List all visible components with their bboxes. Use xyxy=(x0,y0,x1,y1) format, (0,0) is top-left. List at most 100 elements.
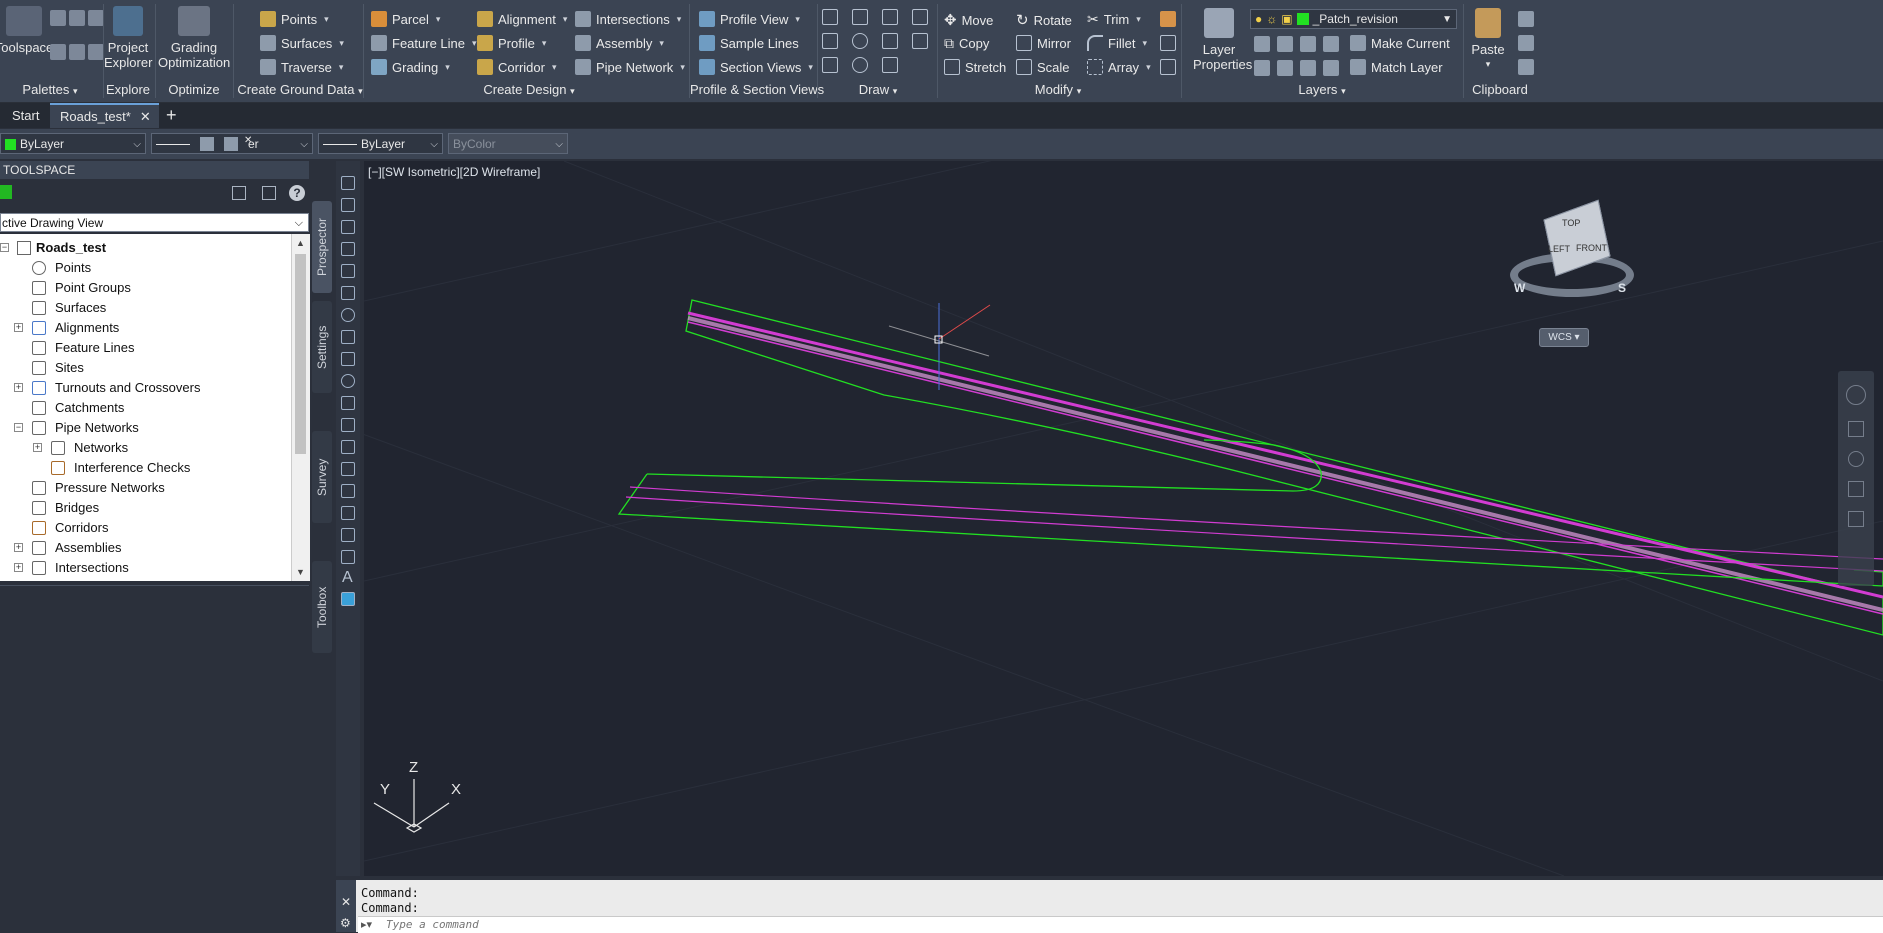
palette-icon[interactable] xyxy=(69,10,85,26)
close-icon[interactable]: ✕ xyxy=(140,105,151,128)
layer-tool-icon[interactable] xyxy=(1277,36,1293,52)
traverse-button[interactable]: Traverse ▾ xyxy=(260,59,343,75)
palette-icon[interactable] xyxy=(69,43,85,60)
text-icon[interactable]: A xyxy=(342,569,353,587)
ellipse-icon[interactable] xyxy=(852,57,868,73)
stretch-button[interactable]: Stretch xyxy=(944,59,1006,75)
ellipse-icon[interactable] xyxy=(341,374,355,388)
copy-clip-icon[interactable] xyxy=(1518,35,1534,51)
tab-settings[interactable]: Settings xyxy=(312,301,332,393)
tool-icon[interactable] xyxy=(224,137,238,151)
section-views-button[interactable]: Section Views ▾ xyxy=(699,59,813,75)
grading-button[interactable]: Grading ▾ xyxy=(371,59,450,75)
boundary-icon[interactable] xyxy=(882,57,898,73)
expand-icon[interactable]: + xyxy=(14,543,23,552)
copy-button[interactable]: ⧉ Copy xyxy=(944,35,989,52)
scroll-up-icon[interactable]: ▲ xyxy=(296,238,305,248)
polygon-icon[interactable] xyxy=(341,242,355,256)
tab-start[interactable]: Start xyxy=(2,103,49,128)
alignment-button[interactable]: Alignment ▾ xyxy=(477,11,567,27)
alignment-lower-a[interactable] xyxy=(629,486,1883,560)
add-selected-icon[interactable] xyxy=(341,592,355,606)
array-button[interactable]: Array ▾ xyxy=(1087,59,1151,75)
profile-button[interactable]: Profile ▾ xyxy=(477,35,546,51)
erase-icon[interactable] xyxy=(1160,11,1176,27)
move-button[interactable]: ✥ Move xyxy=(944,11,993,29)
tab-survey[interactable]: Survey xyxy=(312,431,332,523)
panel-title-palettes[interactable]: Palettes ▾ xyxy=(0,82,100,97)
layer-tool-icon[interactable] xyxy=(1300,60,1316,76)
collapse-icon[interactable]: − xyxy=(14,423,23,432)
viewcube[interactable]: TOP LEFT FRONT W S xyxy=(1506,199,1638,311)
help-icon[interactable]: ? xyxy=(289,185,305,201)
linetype-control[interactable]: ByLayer ⌵ xyxy=(318,133,443,154)
table-icon[interactable] xyxy=(341,550,355,564)
arc-icon[interactable] xyxy=(341,286,355,300)
line-icon[interactable] xyxy=(822,9,838,25)
color-control[interactable]: ByLayer ⌵ xyxy=(0,133,146,154)
viewcube-front[interactable]: FRONT xyxy=(1576,243,1607,253)
point-icon[interactable] xyxy=(341,462,355,476)
paste-button[interactable]: Paste ▾ xyxy=(1470,8,1506,72)
expand-icon[interactable]: + xyxy=(14,383,23,392)
circle-icon[interactable] xyxy=(852,33,868,49)
scroll-thumb[interactable] xyxy=(295,254,306,454)
corridor-boundary-lower[interactable] xyxy=(617,473,1883,587)
navigation-bar[interactable] xyxy=(1838,371,1874,586)
orbit-icon[interactable] xyxy=(1848,481,1864,497)
expand-icon[interactable]: + xyxy=(33,443,42,452)
make-block-icon[interactable] xyxy=(341,440,355,454)
construction-line-icon[interactable] xyxy=(822,33,838,49)
tab-toolbox[interactable]: Toolbox xyxy=(312,561,332,653)
layer-tool-icon[interactable] xyxy=(1254,36,1270,52)
trim-button[interactable]: ✂ Trim ▾ xyxy=(1087,11,1141,28)
corridor-button[interactable]: Corridor ▾ xyxy=(477,59,557,75)
gradient-icon[interactable] xyxy=(341,506,355,520)
customize-icon[interactable]: ⚙ xyxy=(340,916,351,930)
make-current-button[interactable]: Make Current xyxy=(1350,35,1450,51)
scroll-down-icon[interactable]: ▼ xyxy=(296,567,305,577)
toolspace-button[interactable]: Toolspace xyxy=(0,6,53,55)
collapse-icon[interactable]: − xyxy=(0,243,9,252)
cut-icon[interactable] xyxy=(1518,11,1534,27)
expand-icon[interactable]: + xyxy=(14,323,23,332)
points-button[interactable]: Points ▾ xyxy=(260,11,329,27)
grading-optimization-button[interactable]: Grading Optimization xyxy=(158,6,230,70)
compass-s[interactable]: S xyxy=(1618,281,1626,295)
tab-prospector[interactable]: Prospector xyxy=(312,201,332,293)
hatch-icon[interactable] xyxy=(912,9,928,25)
steering-wheel-icon[interactable] xyxy=(1846,385,1866,405)
spline-icon[interactable] xyxy=(882,9,898,25)
layer-properties-button[interactable]: Layer Properties xyxy=(1186,8,1252,72)
layer-tool-icon[interactable] xyxy=(1254,60,1270,76)
ellipse-arc-icon[interactable] xyxy=(341,396,355,410)
layer-dropdown[interactable]: ● ☼ ▣ _Patch_revision ▼ xyxy=(1250,9,1457,29)
explode-icon[interactable] xyxy=(1160,35,1176,51)
tree-scrollbar[interactable]: ▲ ▼ xyxy=(291,234,310,581)
revcloud-icon[interactable] xyxy=(341,330,355,344)
construction-line-icon[interactable] xyxy=(341,198,355,212)
fillet-button[interactable]: Fillet ▾ xyxy=(1087,35,1147,51)
item-view-icon[interactable] xyxy=(232,186,246,200)
profile-view-button[interactable]: Profile View ▾ xyxy=(699,11,800,27)
drawing-viewport[interactable]: [−][SW Isometric][2D Wireframe] Z Y X TO… xyxy=(364,161,1883,876)
expand-icon[interactable]: + xyxy=(14,563,23,572)
offset-icon[interactable] xyxy=(1160,59,1176,75)
polyline-icon[interactable] xyxy=(341,220,355,234)
layer-tool-icon[interactable] xyxy=(1300,36,1316,52)
linetype-scale-control[interactable]: ✕ er ⌵ xyxy=(151,133,313,154)
mirror-button[interactable]: Mirror xyxy=(1016,35,1071,51)
wcs-menu[interactable]: WCS ▾ xyxy=(1539,328,1589,347)
panorama-icon[interactable] xyxy=(262,186,276,200)
polyline-icon[interactable] xyxy=(852,9,868,25)
region-icon[interactable] xyxy=(912,33,928,49)
pipe-network-button[interactable]: Pipe Network ▾ xyxy=(575,59,685,75)
feature-line-button[interactable]: Feature Line ▾ xyxy=(371,35,477,51)
zoom-icon[interactable] xyxy=(1848,451,1864,467)
arc-icon[interactable] xyxy=(822,57,838,73)
compass-w[interactable]: W xyxy=(1514,281,1525,295)
command-input[interactable] xyxy=(386,917,986,932)
alignment-lower-b[interactable] xyxy=(625,496,1883,572)
spline-icon[interactable] xyxy=(341,352,355,366)
rectangle-icon[interactable] xyxy=(341,264,355,278)
